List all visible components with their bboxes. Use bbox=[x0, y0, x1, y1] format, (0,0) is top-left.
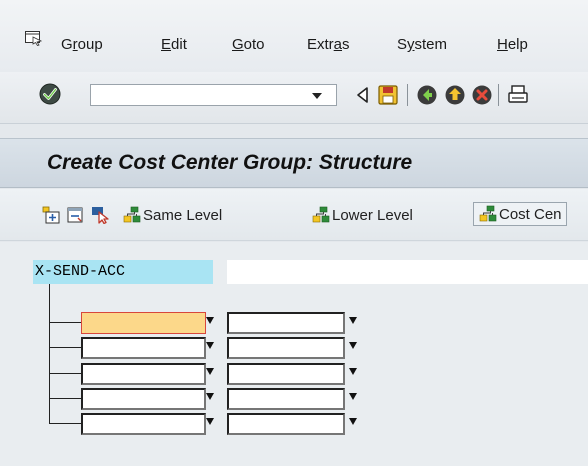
menu-extras-accel: a bbox=[333, 36, 343, 53]
dropdown-arrow-icon[interactable] bbox=[206, 317, 214, 324]
cost-center-button[interactable]: Cost Cen bbox=[473, 202, 567, 226]
toolbar-separator-2 bbox=[498, 84, 499, 106]
back-green-icon[interactable] bbox=[416, 84, 438, 106]
dropdown-arrow-icon[interactable] bbox=[206, 368, 214, 375]
application-toolbar: Same Level Lower Level Cost Cen bbox=[0, 189, 588, 241]
title-bar: Create Cost Center Group: Structure bbox=[0, 138, 588, 188]
child-node-input[interactable] bbox=[81, 337, 206, 359]
tree-branch bbox=[49, 347, 81, 348]
cancel-red-icon[interactable] bbox=[471, 84, 493, 106]
dropdown-arrow-icon[interactable] bbox=[349, 368, 357, 375]
tree-connector bbox=[49, 284, 50, 423]
menu-goto-post: oto bbox=[243, 36, 265, 53]
menu-group[interactable]: Group bbox=[61, 36, 103, 53]
command-field[interactable] bbox=[90, 84, 337, 106]
back-triangle-icon[interactable] bbox=[352, 84, 374, 106]
menu-extras[interactable]: Extras bbox=[307, 36, 350, 53]
hierarchy-icon bbox=[479, 205, 497, 222]
select-cursor-icon[interactable] bbox=[91, 206, 109, 224]
child-description-input[interactable] bbox=[227, 388, 345, 410]
lower-level-button[interactable]: Lower Level bbox=[311, 203, 413, 227]
hierarchy-icon bbox=[123, 206, 141, 223]
tree-branch bbox=[49, 423, 81, 424]
child-description-input[interactable] bbox=[227, 363, 345, 385]
tree-branch bbox=[49, 398, 81, 399]
dropdown-arrow-icon[interactable] bbox=[349, 317, 357, 324]
menu-goto-accel: G bbox=[232, 36, 244, 53]
root-node[interactable]: X-SEND-ACC bbox=[33, 260, 213, 284]
menu-system[interactable]: System bbox=[397, 36, 447, 53]
expand-subtree-icon[interactable] bbox=[42, 206, 60, 224]
dropdown-arrow-icon[interactable] bbox=[349, 418, 357, 425]
page-title: Create Cost Center Group: Structure bbox=[47, 151, 413, 174]
save-floppy-icon[interactable] bbox=[377, 84, 399, 106]
cost-center-label: Cost Cen bbox=[499, 205, 562, 223]
tree-branch bbox=[49, 322, 81, 323]
lower-level-label: Lower Level bbox=[332, 206, 413, 224]
menu-group-pre: G bbox=[61, 36, 73, 53]
child-node-input[interactable] bbox=[81, 312, 206, 334]
menu-edit-accel: E bbox=[161, 36, 172, 53]
child-description-input[interactable] bbox=[227, 413, 345, 435]
child-node-input[interactable] bbox=[81, 413, 206, 435]
menu-edit-post: dit bbox=[171, 36, 187, 53]
same-level-label: Same Level bbox=[143, 206, 223, 224]
child-description-input[interactable] bbox=[227, 337, 345, 359]
print-icon[interactable] bbox=[507, 84, 529, 106]
menu-edit[interactable]: Edit bbox=[161, 36, 187, 53]
menu-system-pre: S bbox=[397, 36, 408, 53]
hierarchy-icon bbox=[312, 206, 330, 223]
dropdown-arrow-icon[interactable] bbox=[206, 393, 214, 400]
menu-window-icon[interactable] bbox=[25, 31, 42, 46]
ok-check-icon[interactable] bbox=[38, 82, 62, 106]
child-node-input[interactable] bbox=[81, 363, 206, 385]
menu-goto[interactable]: Goto bbox=[232, 36, 265, 53]
menu-system-accel: y bbox=[407, 36, 415, 53]
menu-group-post: oup bbox=[77, 36, 103, 53]
root-node-description[interactable] bbox=[227, 260, 588, 284]
tree-branch bbox=[49, 373, 81, 374]
dropdown-arrow-icon[interactable] bbox=[206, 418, 214, 425]
structure-tree: X-SEND-ACC bbox=[0, 242, 588, 466]
command-field-dropdown-icon[interactable] bbox=[312, 93, 322, 99]
menu-system-post: stem bbox=[414, 36, 448, 53]
child-description-input[interactable] bbox=[227, 312, 345, 334]
menu-extras-post: s bbox=[342, 36, 350, 53]
toolbar-separator bbox=[407, 84, 408, 106]
same-level-button[interactable]: Same Level bbox=[122, 203, 222, 227]
menu-help-accel: H bbox=[497, 36, 508, 53]
menu-bar: Group Edit Goto Extras System Help bbox=[0, 0, 588, 72]
dropdown-arrow-icon[interactable] bbox=[349, 393, 357, 400]
standard-toolbar bbox=[0, 72, 588, 124]
menu-extras-pre: Extr bbox=[307, 36, 334, 53]
menu-help-post: elp bbox=[507, 36, 528, 53]
collapse-subtree-icon[interactable] bbox=[66, 206, 84, 224]
child-node-input[interactable] bbox=[81, 388, 206, 410]
sap-window: Group Edit Goto Extras System Help Creat… bbox=[0, 0, 588, 466]
menu-help[interactable]: Help bbox=[497, 36, 528, 53]
exit-yellow-icon[interactable] bbox=[444, 84, 466, 106]
dropdown-arrow-icon[interactable] bbox=[206, 342, 214, 349]
dropdown-arrow-icon[interactable] bbox=[349, 342, 357, 349]
